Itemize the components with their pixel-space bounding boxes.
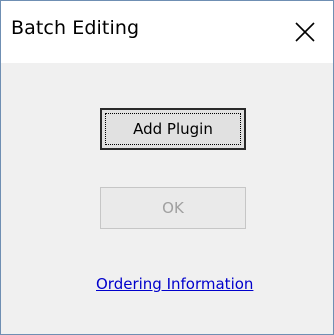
title-bar[interactable]: Batch Editing bbox=[1, 1, 333, 63]
close-icon bbox=[295, 22, 315, 42]
ok-button[interactable]: OK bbox=[100, 187, 246, 229]
ordering-information-link[interactable]: Ordering Information bbox=[96, 275, 253, 293]
close-button[interactable] bbox=[275, 1, 333, 63]
add-plugin-button[interactable]: Add Plugin bbox=[100, 108, 246, 150]
dialog-body: Add Plugin OK Ordering Information bbox=[1, 63, 333, 334]
window-title: Batch Editing bbox=[11, 17, 140, 39]
ok-label: OK bbox=[162, 199, 184, 217]
add-plugin-label: Add Plugin bbox=[133, 120, 213, 138]
batch-editing-dialog: Batch Editing Add Plugin OK Ordering Inf… bbox=[0, 0, 334, 335]
